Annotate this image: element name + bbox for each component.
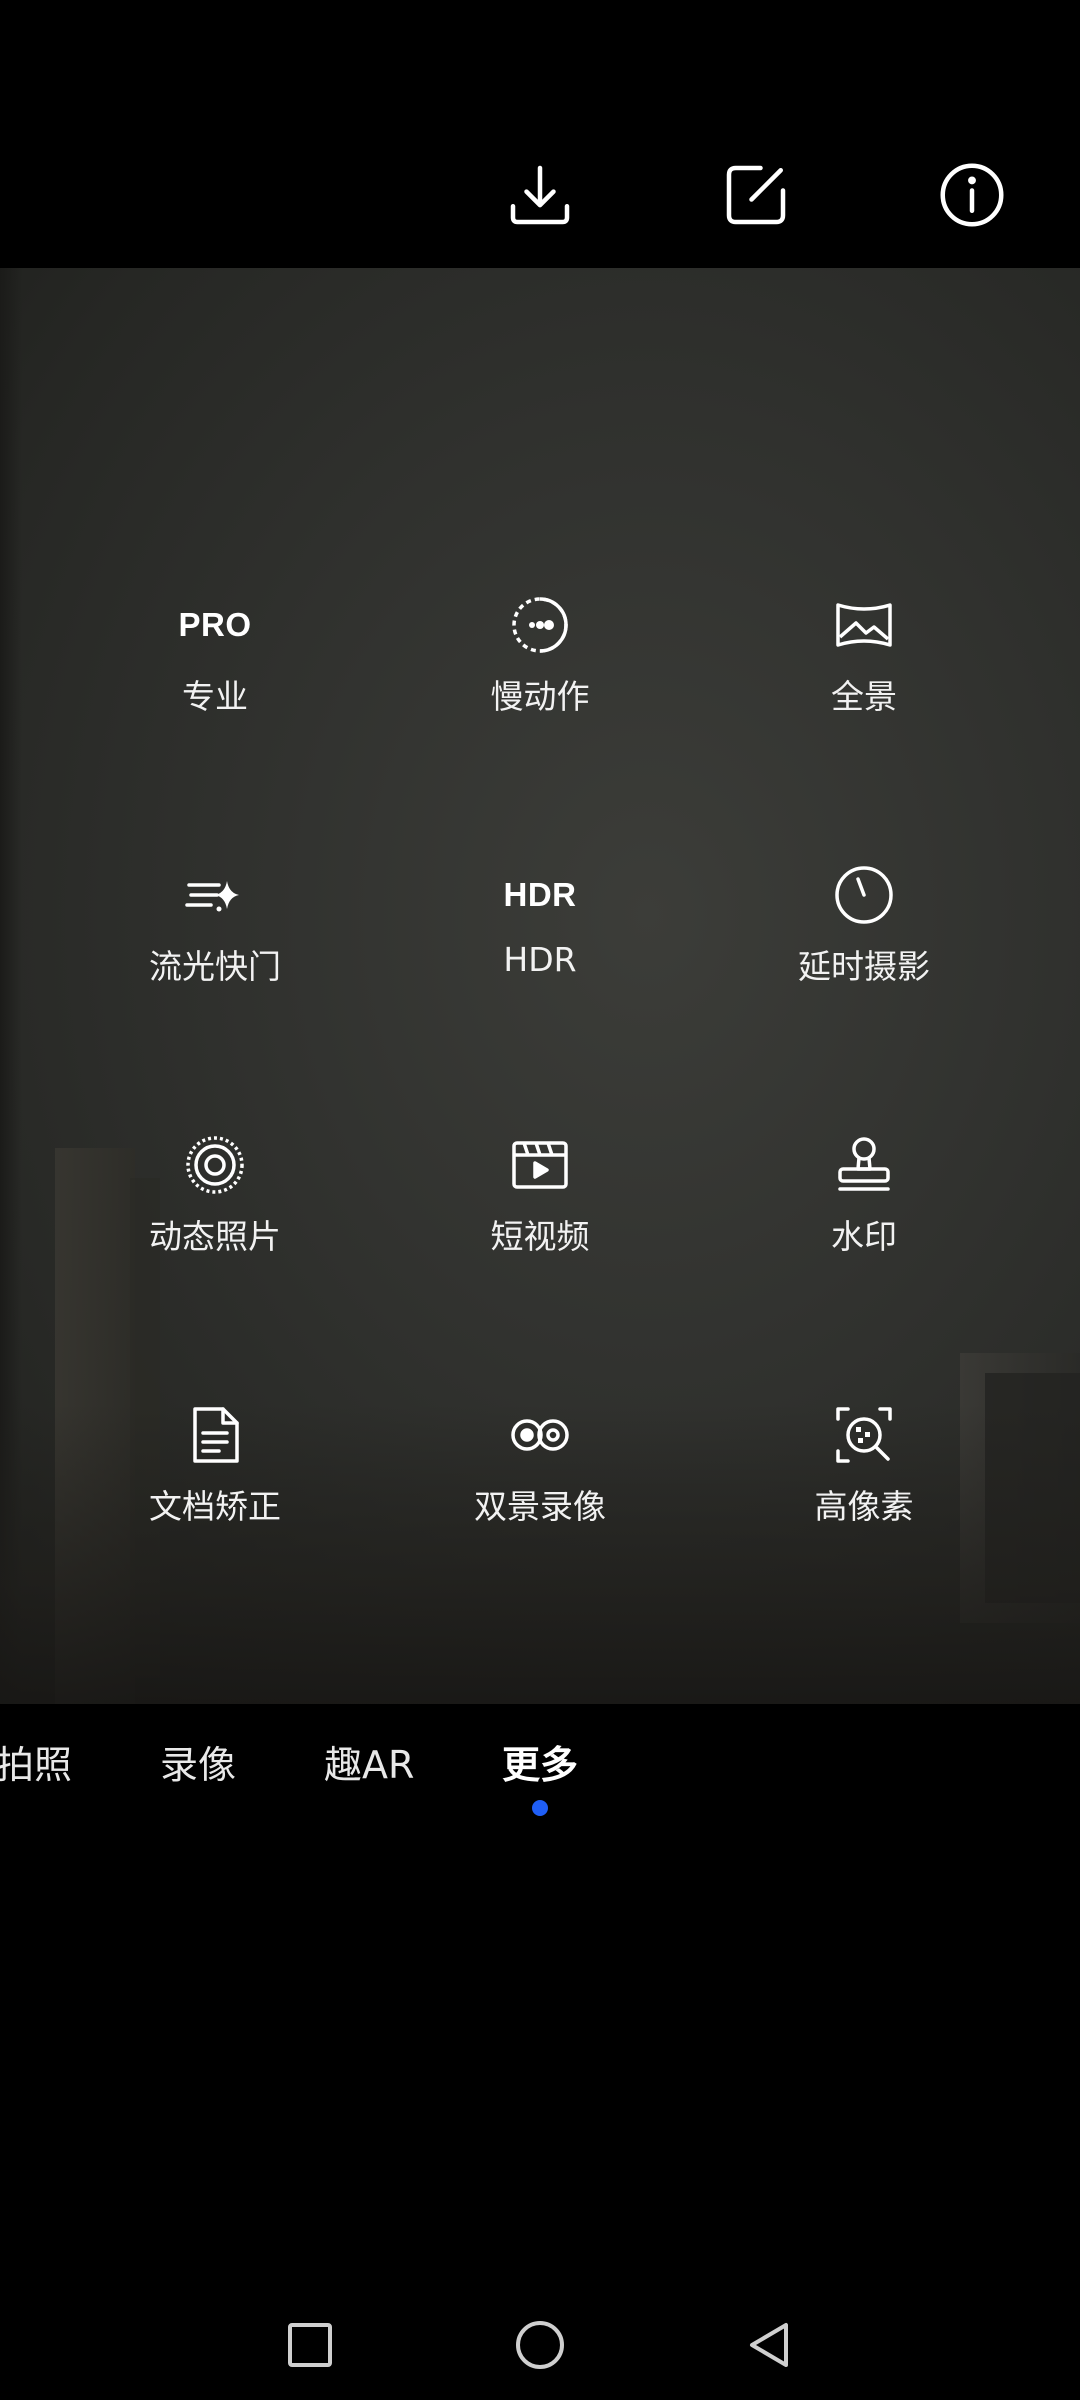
mode-time-lapse[interactable]: 延时摄影 <box>734 860 994 1010</box>
stamp-icon <box>838 1137 890 1191</box>
mode-label: 高像素 <box>814 1487 914 1526</box>
mode-hdr[interactable]: HDR HDR <box>410 860 670 1010</box>
mode-label: HDR <box>503 940 577 979</box>
mode-label: 水印 <box>831 1217 897 1256</box>
short-video-icon <box>512 1141 568 1189</box>
camera-screen: PRO 专业 慢动作 全景 流光快门 HDR HDR 延时摄影 动态照片 短视频… <box>0 0 1080 2400</box>
tab-fun-ar[interactable]: 趣AR <box>324 1734 414 1789</box>
mode-short-video[interactable]: 短视频 <box>410 1130 670 1280</box>
mode-label: 专业 <box>182 677 248 716</box>
recents-square-icon <box>288 2323 332 2367</box>
top-action-bar <box>0 0 1080 268</box>
mode-dual-view[interactable]: 双景录像 <box>410 1400 670 1550</box>
camera-mode-tabs: 拍照 录像 趣AR 更多 <box>0 1704 1080 1834</box>
panorama-icon <box>836 603 892 647</box>
mode-slow-motion[interactable]: 慢动作 <box>410 590 670 740</box>
dual-view-icon <box>511 1419 569 1451</box>
tab-video[interactable]: 录像 <box>160 1734 236 1789</box>
pro-icon: PRO <box>178 590 252 660</box>
high-res-icon <box>836 1407 892 1463</box>
back-button[interactable] <box>735 2310 805 2380</box>
download-button[interactable] <box>495 150 585 240</box>
mode-watermark[interactable]: 水印 <box>734 1130 994 1280</box>
light-streak-icon <box>185 881 239 912</box>
edit-button[interactable] <box>711 150 801 240</box>
timer-icon <box>835 866 893 924</box>
mode-grid: PRO 专业 慢动作 全景 流光快门 HDR HDR 延时摄影 动态照片 短视频… <box>0 268 1080 1704</box>
home-button[interactable] <box>505 2310 575 2380</box>
slow-motion-icon <box>512 597 568 653</box>
home-circle-icon <box>516 2321 564 2369</box>
mode-label: 全景 <box>831 677 897 716</box>
mode-moving-picture[interactable]: 动态照片 <box>85 1130 345 1280</box>
info-button[interactable] <box>927 150 1017 240</box>
download-icon <box>510 165 570 225</box>
tab-photo[interactable]: 拍照 <box>0 1734 72 1789</box>
info-icon <box>940 163 1004 227</box>
tab-more[interactable]: 更多 <box>502 1734 578 1789</box>
mode-label: 流光快门 <box>149 947 281 986</box>
mode-label: 延时摄影 <box>798 947 930 986</box>
pro-icon-text: PRO <box>178 606 252 643</box>
mode-light-painting[interactable]: 流光快门 <box>85 860 345 1010</box>
hdr-icon: HDR <box>503 860 577 930</box>
mode-panorama[interactable]: 全景 <box>734 590 994 740</box>
system-nav-bar <box>0 2290 1080 2400</box>
back-triangle-icon <box>750 2323 788 2367</box>
mode-label: 文档矫正 <box>149 1487 281 1526</box>
moving-picture-icon <box>186 1136 244 1194</box>
mode-label: 慢动作 <box>490 677 590 716</box>
recents-button[interactable] <box>275 2310 345 2380</box>
document-icon <box>193 1407 239 1463</box>
edit-icon <box>726 165 786 225</box>
mode-pro[interactable]: PRO 专业 <box>85 590 345 740</box>
mode-label: 双景录像 <box>474 1487 606 1526</box>
hdr-icon-text: HDR <box>503 876 577 913</box>
mode-high-res[interactable]: 高像素 <box>734 1400 994 1550</box>
mode-label: 短视频 <box>490 1217 590 1256</box>
active-tab-indicator <box>532 1800 548 1816</box>
mode-label: 动态照片 <box>149 1217 281 1256</box>
mode-document[interactable]: 文档矫正 <box>85 1400 345 1550</box>
